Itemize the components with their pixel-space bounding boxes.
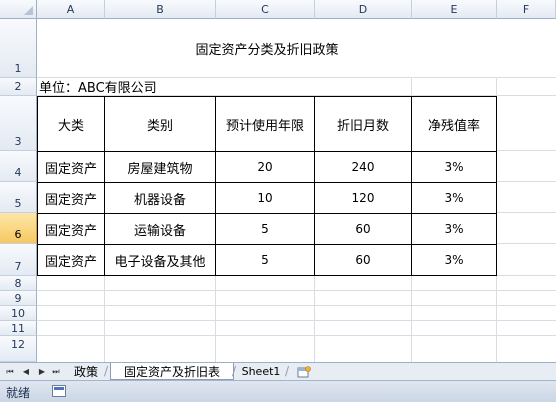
row-header-3[interactable]: 3 (0, 96, 37, 151)
column-header-e[interactable]: E (412, 0, 497, 19)
header-type[interactable]: 类别 (104, 96, 216, 152)
column-header-f[interactable]: F (497, 0, 556, 19)
row-header-4[interactable]: 4 (0, 151, 37, 182)
table-cell[interactable]: 固定资产 (37, 182, 105, 214)
gridline (37, 290, 556, 291)
table-cell[interactable]: 60 (314, 213, 412, 245)
header-residual-rate[interactable]: 净残值率 (411, 96, 497, 152)
table-cell[interactable]: 3% (411, 151, 497, 183)
column-header-a[interactable]: A (37, 0, 105, 19)
table-cell[interactable]: 3% (411, 244, 497, 276)
table-cell[interactable]: 固定资产 (37, 151, 105, 183)
gridline (37, 335, 556, 336)
table-cell[interactable]: 120 (314, 182, 412, 214)
table-cell[interactable]: 5 (215, 244, 315, 276)
tab-policy[interactable]: 政策 (66, 363, 106, 380)
gridline (37, 305, 556, 306)
row-header-5[interactable]: 5 (0, 182, 37, 213)
row-header-12[interactable]: 12 (0, 336, 37, 362)
gridline (37, 320, 556, 321)
row-header-8[interactable]: 8 (0, 276, 37, 291)
header-category[interactable]: 大类 (37, 96, 105, 152)
table-cell[interactable]: 20 (215, 151, 315, 183)
row-header-11[interactable]: 11 (0, 321, 37, 336)
row-header-1[interactable]: 1 (0, 19, 37, 78)
insert-sheet-icon (297, 365, 311, 377)
prev-sheet-icon[interactable]: ◀ (20, 365, 32, 378)
spreadsheet: A B C D E F 1 2 3 4 5 6 7 8 9 10 11 12 固… (0, 0, 556, 402)
table-cell[interactable]: 固定资产 (37, 213, 105, 245)
tab-sheet1[interactable]: Sheet1 (236, 363, 286, 380)
column-header-d[interactable]: D (315, 0, 412, 19)
row-header-2[interactable]: 2 (0, 78, 37, 96)
status-ready: 就绪 (6, 386, 31, 400)
unit-label[interactable]: 单位：ABC有限公司 (37, 78, 337, 96)
column-header-c[interactable]: C (216, 0, 315, 19)
table-cell[interactable]: 机器设备 (104, 182, 216, 214)
header-useful-life[interactable]: 预计使用年限 (215, 96, 315, 152)
next-sheet-icon[interactable]: ▶ (36, 365, 48, 378)
table-cell[interactable]: 5 (215, 213, 315, 245)
table-cell[interactable]: 10 (215, 182, 315, 214)
select-all-corner[interactable] (0, 0, 37, 19)
macro-record-icon[interactable] (52, 385, 66, 397)
table-cell[interactable]: 3% (411, 182, 497, 214)
row-header-6[interactable]: 6 (0, 213, 37, 244)
row-header-10[interactable]: 10 (0, 306, 37, 321)
select-all-icon (24, 6, 33, 15)
table-cell[interactable]: 电子设备及其他 (104, 244, 216, 276)
tab-separator: / (285, 364, 290, 378)
sheet-title[interactable]: 固定资产分类及折旧政策 (37, 19, 497, 77)
sheet-tab-bar: ⏮ ◀ ▶ ⏭ 政策 / 固定资产及折旧表 / Sheet1 / (0, 362, 556, 380)
table-cell[interactable]: 3% (411, 213, 497, 245)
last-sheet-icon[interactable]: ⏭ (50, 365, 62, 378)
table-cell[interactable]: 240 (314, 151, 412, 183)
insert-sheet-button[interactable] (293, 363, 315, 380)
first-sheet-icon[interactable]: ⏮ (4, 365, 16, 378)
table-cell[interactable]: 固定资产 (37, 244, 105, 276)
header-depreciation-months[interactable]: 折旧月数 (314, 96, 412, 152)
table-cell[interactable]: 60 (314, 244, 412, 276)
column-header-b[interactable]: B (105, 0, 216, 19)
table-cell[interactable]: 运输设备 (104, 213, 216, 245)
row-header-9[interactable]: 9 (0, 291, 37, 306)
table-cell[interactable]: 房屋建筑物 (104, 151, 216, 183)
row-header-7[interactable]: 7 (0, 244, 37, 276)
tab-assets-depreciation[interactable]: 固定资产及折旧表 (110, 363, 234, 380)
status-bar: 就绪 (0, 380, 556, 402)
